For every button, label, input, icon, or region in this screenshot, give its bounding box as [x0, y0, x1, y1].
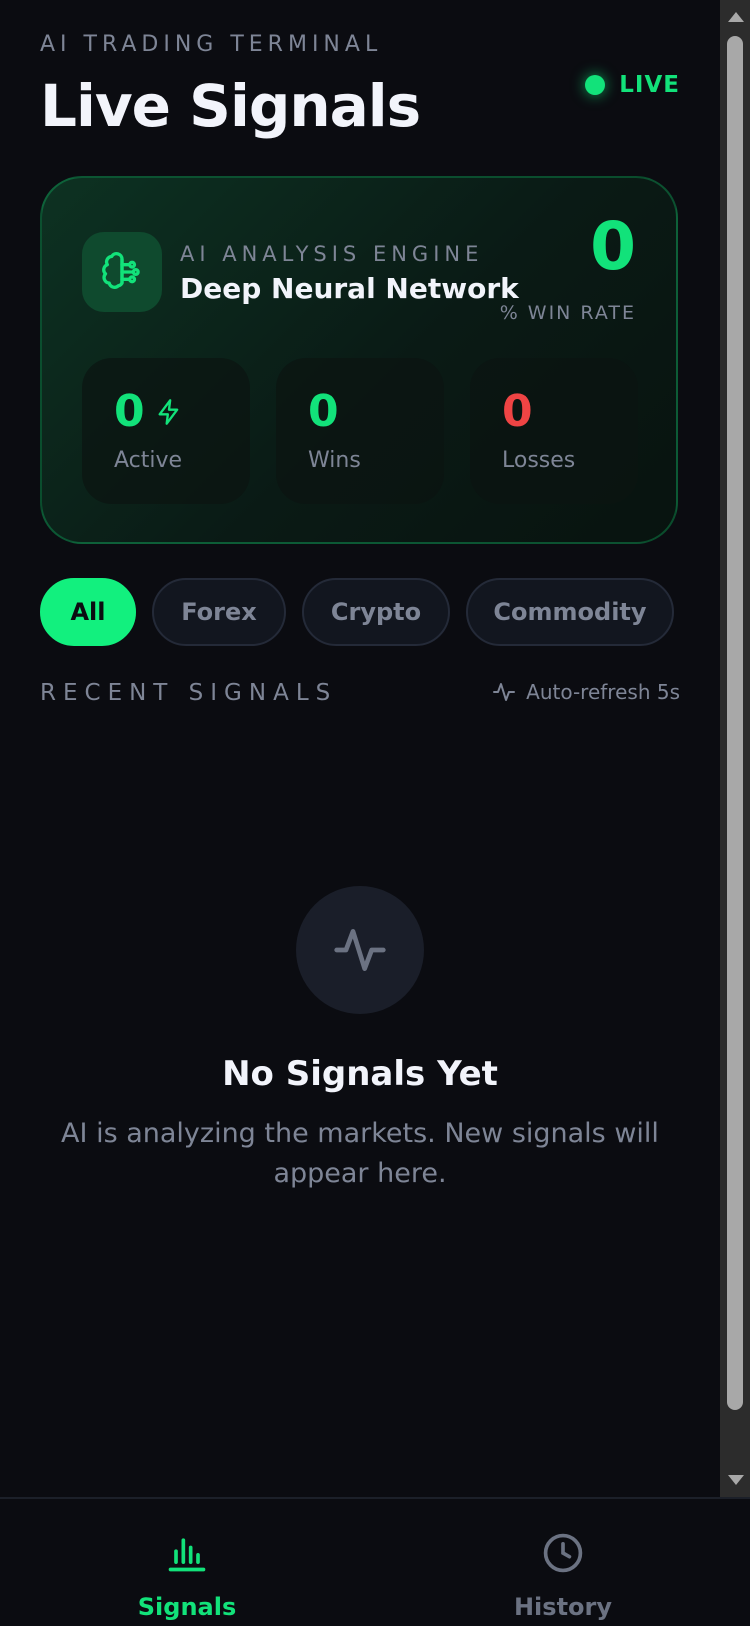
scroll-thumb[interactable]	[727, 36, 743, 1410]
activity-icon	[493, 683, 516, 701]
filter-all-chip[interactable]: All	[40, 578, 136, 646]
clock-icon	[543, 1533, 583, 1573]
filter-forex-chip[interactable]: Forex	[152, 578, 286, 646]
stat-active-label: Active	[114, 448, 183, 473]
app-screen: AI TRADING TERMINAL Live Signals LIVE AI…	[0, 0, 720, 1497]
nav-history-label: History	[513, 1593, 613, 1621]
filter-commodity-chip[interactable]: Commodity	[466, 578, 674, 646]
win-rate-label: % WIN RATE	[499, 302, 636, 324]
scroll-up-arrow-icon[interactable]	[728, 12, 744, 22]
empty-state-text: AI is analyzing the markets. New signals…	[61, 1118, 659, 1189]
vertical-scrollbar[interactable]	[720, 0, 750, 1497]
bottom-navigation: Signals History	[0, 1497, 750, 1626]
stat-wins-label: Wins	[308, 448, 361, 473]
live-dot-icon	[585, 75, 606, 95]
nav-signals-label: Signals	[137, 1593, 237, 1621]
live-label: LIVE	[619, 72, 680, 98]
brain-icon	[82, 232, 162, 312]
stat-losses: 0 Losses	[470, 358, 638, 504]
win-rate-value: 0	[590, 208, 636, 285]
autorefresh-indicator: Auto-refresh 5s	[492, 680, 680, 704]
stat-active-value: 0	[114, 386, 145, 437]
filter-crypto-chip[interactable]: Crypto	[302, 578, 450, 646]
lightning-icon	[158, 399, 178, 426]
nav-history-tab[interactable]: History	[503, 1531, 623, 1621]
live-indicator: LIVE	[585, 72, 680, 98]
autorefresh-label: Auto-refresh 5s	[526, 680, 680, 704]
scroll-down-arrow-icon[interactable]	[728, 1475, 744, 1485]
stat-wins: 0 Wins	[276, 358, 444, 504]
engine-card: AI ANALYSIS ENGINE Deep Neural Network 0…	[40, 176, 678, 544]
stat-wins-value: 0	[308, 386, 339, 437]
stat-losses-value: 0	[502, 386, 533, 437]
bar-chart-icon	[168, 1538, 206, 1572]
section-title: RECENT SIGNALS	[40, 680, 338, 706]
app-eyebrow: AI TRADING TERMINAL	[40, 32, 383, 57]
engine-subtitle: AI ANALYSIS ENGINE	[180, 242, 484, 266]
empty-state-activity-icon	[296, 886, 424, 1014]
nav-signals-tab[interactable]: Signals	[127, 1531, 247, 1621]
page-title: Live Signals	[40, 72, 421, 140]
engine-name: Deep Neural Network	[180, 272, 519, 305]
stat-active: 0 Active	[82, 358, 250, 504]
empty-state-title: No Signals Yet	[222, 1054, 498, 1094]
stat-losses-label: Losses	[502, 448, 576, 473]
stat-active-value-row: 0	[114, 386, 183, 439]
